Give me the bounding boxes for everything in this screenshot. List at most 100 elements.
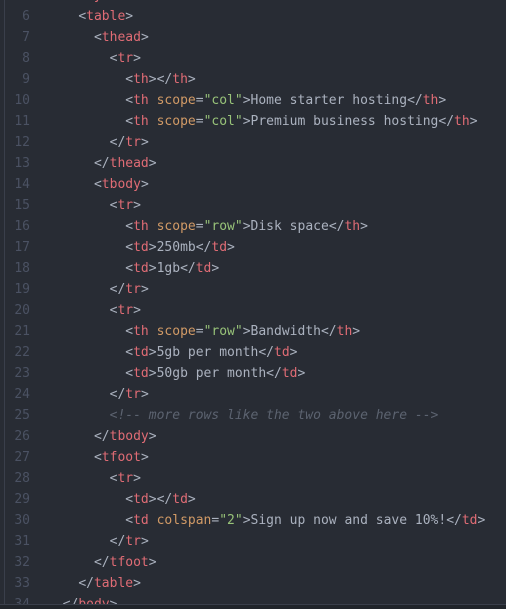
- punctuation: </: [266, 366, 282, 381]
- code-line[interactable]: 32 </tfoot>: [0, 552, 506, 573]
- code-line[interactable]: 23 <td>50gb per month</td>: [0, 363, 506, 384]
- punctuation: >: [289, 345, 298, 360]
- code-text: <th scope="col">Premium business hosting…: [47, 111, 477, 132]
- line-number: 33: [14, 576, 30, 591]
- code-line[interactable]: 6 <table>: [0, 6, 506, 27]
- code-line[interactable]: 26 </tbody>: [0, 426, 506, 447]
- punctuation: >: [438, 93, 447, 108]
- code-text: <thead>: [47, 27, 149, 48]
- code-line[interactable]: 11 <th scope="col">Premium business host…: [0, 111, 506, 132]
- punctuation: </: [407, 93, 423, 108]
- line-number: 24: [14, 387, 30, 402]
- punctuation: </: [93, 555, 110, 570]
- tag-name: tbody: [109, 429, 149, 444]
- code-text: </tr>: [47, 384, 149, 405]
- punctuation: =: [195, 93, 204, 108]
- tag-name: td: [133, 492, 149, 507]
- code-line[interactable]: 25 <!-- more rows like the two above her…: [0, 405, 506, 426]
- punctuation: </: [195, 240, 212, 255]
- code-line[interactable]: 20 <tr>: [0, 300, 506, 321]
- code-text: <table>: [47, 6, 133, 27]
- code-text: <td>250mb</td>: [47, 237, 235, 258]
- code-line[interactable]: 10 <th scope="col">Home starter hosting<…: [0, 90, 506, 111]
- code-line[interactable]: 19 </tr>: [0, 279, 506, 300]
- punctuation: >: [140, 30, 149, 45]
- tag-name: body: [78, 597, 109, 604]
- line-number: 14: [14, 177, 30, 192]
- tag-name: td: [172, 492, 188, 507]
- code-line[interactable]: 30 <td colspan="2">Sign up now and save …: [0, 510, 506, 531]
- code-text: <tbody>: [47, 174, 149, 195]
- line-number: 12: [14, 135, 30, 150]
- punctuation: <: [93, 30, 102, 45]
- tag-name: tfoot: [109, 555, 149, 570]
- tag-name: tr: [117, 471, 134, 486]
- punctuation: </: [446, 513, 462, 528]
- code-line[interactable]: 31 </tr>: [0, 531, 506, 552]
- punctuation: </: [93, 156, 110, 171]
- code-line[interactable]: 33 </table>: [0, 573, 506, 594]
- code-text: </tr>: [47, 132, 149, 153]
- punctuation: >: [133, 198, 141, 213]
- code-line[interactable]: 14 <tbody>: [0, 174, 506, 195]
- text-content: Bandwidth: [250, 324, 321, 339]
- code-text: </table>: [47, 573, 141, 594]
- code-editor[interactable]: 5 <body>6 <table>7 <thead>8 <tr>9 <th></…: [0, 0, 506, 604]
- code-line[interactable]: 29 <td></td>: [0, 489, 506, 510]
- line-number: 9: [22, 72, 30, 87]
- code-text: <td colspan="2">Sign up now and save 10%…: [47, 510, 485, 531]
- code-line[interactable]: 22 <td>5gb per month</td>: [0, 342, 506, 363]
- punctuation: >: [148, 555, 157, 570]
- line-number: 15: [14, 198, 30, 213]
- code-line[interactable]: 27 <tfoot>: [0, 447, 506, 468]
- text-content: Sign up now and save 10%!: [250, 513, 447, 528]
- line-number: 26: [14, 429, 30, 444]
- line-number: 30: [14, 513, 30, 528]
- code-text: </body>: [47, 594, 118, 604]
- attribute-value: "col": [203, 114, 243, 129]
- punctuation: >: [360, 219, 368, 234]
- code-text: </tfoot>: [47, 552, 157, 573]
- line-number: 25: [14, 408, 30, 423]
- attribute-value: "2": [219, 513, 243, 528]
- code-line[interactable]: 18 <td>1gb</td>: [0, 258, 506, 279]
- attribute-name: scope: [156, 219, 196, 234]
- line-number: 16: [14, 219, 30, 234]
- punctuation: >: [242, 93, 251, 108]
- punctuation: </: [438, 114, 455, 129]
- code-line[interactable]: 7 <thead>: [0, 27, 506, 48]
- code-text: <tr>: [47, 195, 141, 216]
- text-content: Home starter hosting: [250, 93, 408, 108]
- punctuation: >: [477, 513, 486, 528]
- tag-name: td: [133, 345, 149, 360]
- line-number: 6: [22, 9, 30, 24]
- code-line[interactable]: 8 <tr>: [0, 48, 506, 69]
- punctuation: [149, 114, 157, 129]
- punctuation: >: [148, 240, 157, 255]
- code-line[interactable]: 28 <tr>: [0, 468, 506, 489]
- code-line[interactable]: 24 </tr>: [0, 384, 506, 405]
- tag-name: td: [133, 366, 149, 381]
- code-lines[interactable]: 5 <body>6 <table>7 <thead>8 <tr>9 <th></…: [0, 0, 506, 604]
- code-line[interactable]: 15 <tr>: [0, 195, 506, 216]
- punctuation: </: [109, 282, 126, 297]
- horizontal-scrollbar[interactable]: [0, 604, 506, 609]
- code-line[interactable]: 13 </thead>: [0, 153, 506, 174]
- punctuation: >: [187, 492, 196, 507]
- punctuation: <: [125, 240, 134, 255]
- code-line[interactable]: 12 </tr>: [0, 132, 506, 153]
- code-text: <td>5gb per month</td>: [47, 342, 297, 363]
- code-line[interactable]: 17 <td>250mb</td>: [0, 237, 506, 258]
- line-number: 34: [0, 594, 30, 604]
- code-line[interactable]: 16 <th scope="row">Disk space</th>: [0, 216, 506, 237]
- tag-name: td: [281, 366, 298, 381]
- code-line[interactable]: 9 <th></th>: [0, 69, 506, 90]
- tag-name: table: [86, 9, 126, 24]
- code-line[interactable]: 21 <th scope="row">Bandwidth</th>: [0, 321, 506, 342]
- punctuation: >: [133, 303, 141, 318]
- tag-name: th: [133, 219, 149, 234]
- code-line[interactable]: 34 </body>: [0, 594, 506, 604]
